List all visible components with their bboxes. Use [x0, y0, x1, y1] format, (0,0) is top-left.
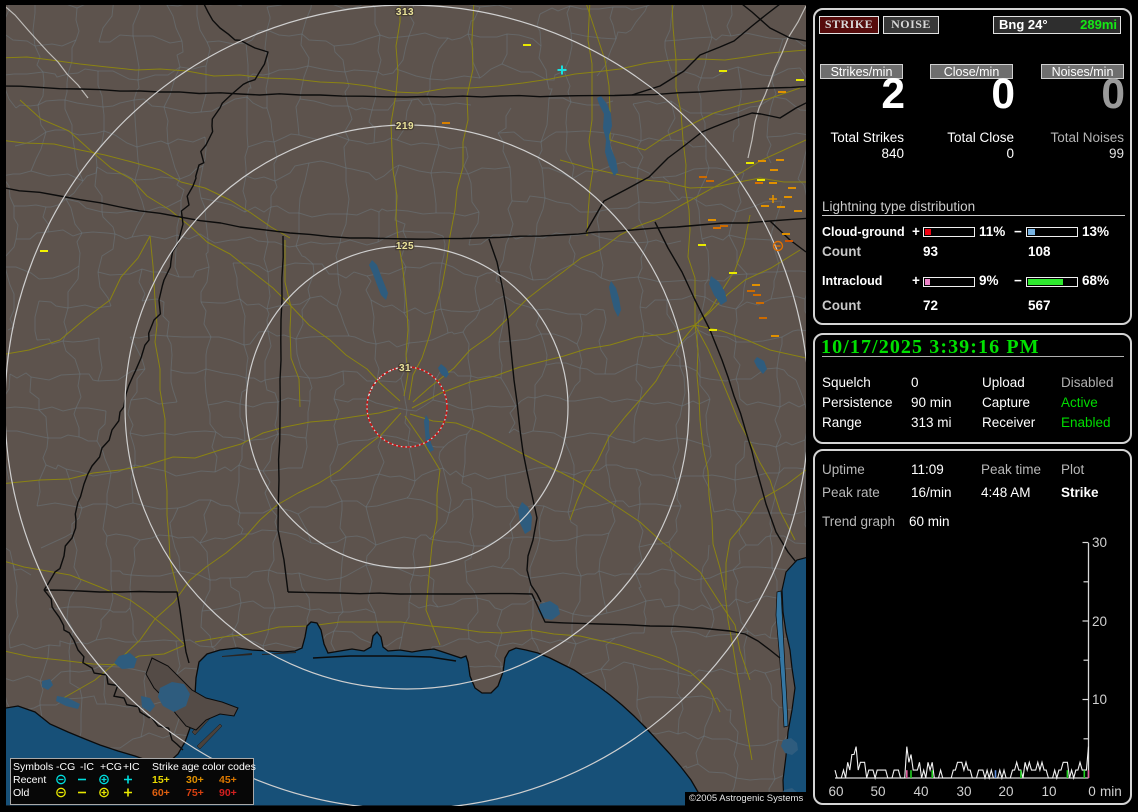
svg-text:31: 31: [399, 363, 411, 374]
svg-text:219: 219: [396, 121, 414, 132]
svg-text:313: 313: [396, 7, 414, 18]
svg-text:125: 125: [396, 241, 414, 252]
